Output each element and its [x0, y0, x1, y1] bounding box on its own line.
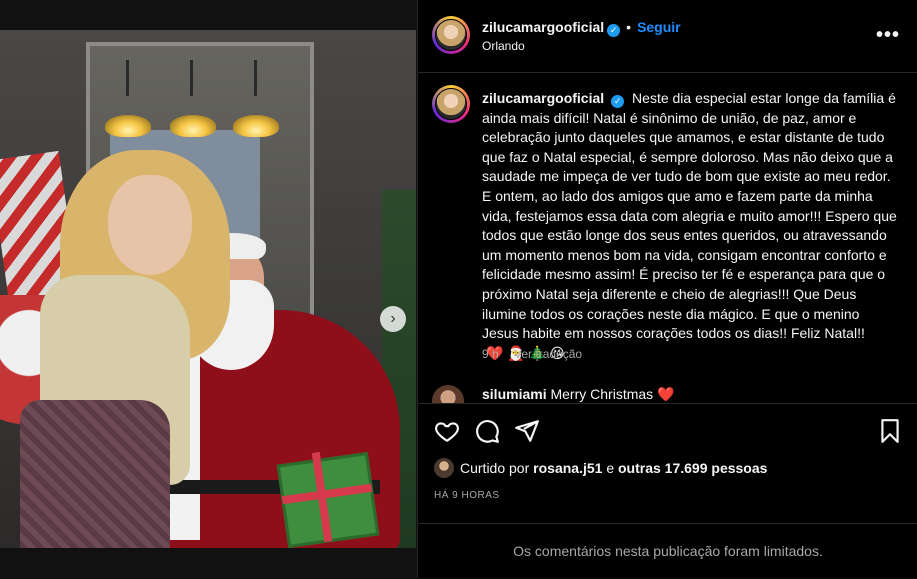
- comment-bubble-icon[interactable]: [474, 418, 500, 444]
- caption-body: Neste dia especial estar longe da famíli…: [482, 90, 897, 342]
- carousel-next-button[interactable]: ›: [380, 306, 406, 332]
- photo-woman-dress: [20, 400, 170, 548]
- more-options-icon[interactable]: •••: [876, 24, 900, 47]
- comment-text: Merry Christmas ❤️: [550, 386, 675, 402]
- photo-lamp: [105, 115, 151, 137]
- likes-summary: Curtido por rosana.j51 e outras 17.699 p…: [434, 458, 767, 478]
- share-paper-plane-icon[interactable]: [514, 418, 540, 444]
- post-caption: zilucamargooficial ✓ Neste dia especial e…: [482, 89, 897, 363]
- likes-joiner: e: [606, 460, 615, 476]
- comment-preview: silumiami Merry Christmas ❤️: [432, 383, 902, 403]
- liker-avatar[interactable]: [434, 458, 454, 478]
- comment-line: silumiami Merry Christmas ❤️: [482, 386, 674, 403]
- post-header: zilucamargooficial ✓ • Seguir Orlando •••: [418, 0, 917, 73]
- caption-author-avatar[interactable]: [432, 85, 470, 123]
- liked-by-username[interactable]: rosana.j51: [533, 460, 602, 476]
- photo-lamp-cord: [254, 60, 257, 96]
- post-timestamp[interactable]: HÁ 9 HORAS: [434, 490, 500, 501]
- caption-meta: 9 h Ver tradução: [482, 347, 582, 361]
- comments-limited-notice: Os comentários nesta publicação foram li…: [418, 523, 917, 579]
- commenter-username[interactable]: silumiami: [482, 386, 547, 402]
- verified-badge-icon: ✓: [611, 95, 625, 108]
- photo-lamp-cord: [190, 60, 193, 96]
- likes-others-link[interactable]: outras 17.699 pessoas: [618, 460, 767, 476]
- photo-lamp: [170, 115, 216, 137]
- commenter-avatar[interactable]: [432, 385, 464, 403]
- like-heart-icon[interactable]: [434, 418, 460, 444]
- photo-woman-face: [108, 175, 192, 275]
- author-line: zilucamargooficial ✓ • Seguir: [482, 19, 681, 37]
- caption-author-username[interactable]: zilucamargooficial: [482, 90, 604, 106]
- follow-button[interactable]: Seguir: [637, 19, 681, 35]
- caption-age: 9 h: [482, 347, 499, 361]
- likes-prefix: Curtido por: [460, 460, 530, 476]
- photo-lamp: [233, 115, 279, 137]
- author-username[interactable]: zilucamargooficial: [482, 19, 604, 35]
- see-translation-link[interactable]: Ver tradução: [514, 347, 582, 361]
- separator-dot: •: [626, 19, 632, 35]
- post-photo[interactable]: ›: [0, 30, 416, 548]
- photo-lamp-cord: [126, 60, 129, 96]
- post-location[interactable]: Orlando: [482, 39, 525, 53]
- post-details-panel: zilucamargooficial ✓ • Seguir Orlando ••• z…: [417, 0, 917, 578]
- caption-scroll-area[interactable]: zilucamargooficial ✓ Neste dia especial e…: [418, 73, 917, 403]
- verified-badge-icon: ✓: [607, 24, 621, 37]
- save-bookmark-icon[interactable]: [877, 418, 903, 444]
- post-actions-bar: [418, 403, 917, 456]
- author-avatar[interactable]: [432, 16, 470, 54]
